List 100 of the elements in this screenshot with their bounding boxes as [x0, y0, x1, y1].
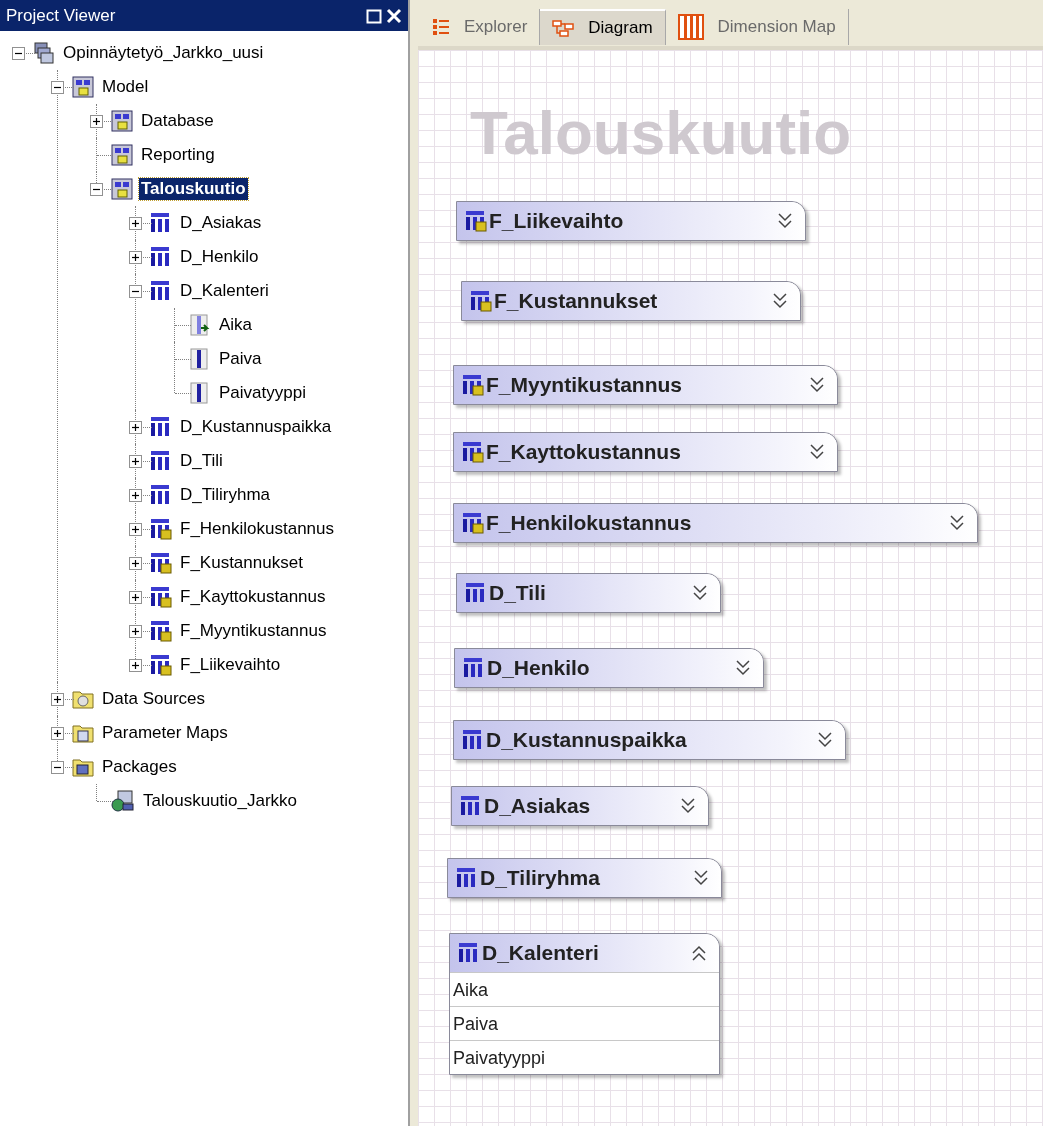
expand-toggle[interactable]: [51, 726, 64, 740]
collapse-toggle[interactable]: [51, 80, 64, 94]
expand-chevron-icon[interactable]: [772, 292, 788, 310]
tree-item[interactable]: D_Henkilo: [178, 246, 261, 268]
fact-table-icon: [150, 518, 172, 540]
expand-toggle[interactable]: [129, 590, 142, 604]
expand-toggle[interactable]: [129, 420, 142, 434]
tree-item[interactable]: F_Kayttokustannus: [178, 586, 328, 608]
expand-chevron-icon[interactable]: [692, 584, 708, 602]
expand-toggle[interactable]: [129, 216, 142, 230]
dimension-icon: [463, 657, 485, 679]
tree-item[interactable]: Opinnäytetyö_Jarkko_uusi: [61, 42, 266, 64]
tree-item[interactable]: D_Tili: [178, 450, 225, 472]
expand-toggle[interactable]: [129, 556, 142, 570]
collapse-toggle[interactable]: [12, 46, 25, 60]
collapse-chevron-icon[interactable]: [691, 944, 707, 962]
plus-icon: [131, 592, 140, 602]
fact-table-node[interactable]: F_Myyntikustannus: [453, 365, 838, 405]
tree-item[interactable]: F_Kustannukset: [178, 552, 305, 574]
node-attribute[interactable]: Paiva: [450, 1006, 719, 1040]
tree-item[interactable]: Data Sources: [100, 688, 207, 710]
tree-item[interactable]: D_Kustannuspaikka: [178, 416, 334, 438]
expand-chevron-icon[interactable]: [817, 731, 833, 749]
tree-item[interactable]: Aika: [217, 314, 255, 336]
expand-toggle[interactable]: [129, 522, 142, 536]
node-title: F_Henkilokustannus: [486, 510, 693, 537]
dimension-node[interactable]: D_Tiliryhma: [447, 858, 722, 898]
dimension-node[interactable]: D_Asiakas: [451, 786, 709, 826]
tree-item[interactable]: Packages: [100, 756, 179, 778]
node-title: D_Asiakas: [484, 793, 592, 820]
tab[interactable]: Dimension Map: [665, 9, 849, 45]
dimension-icon: [458, 942, 480, 964]
node-title: F_Kustannukset: [494, 288, 659, 315]
tree-item[interactable]: Parameter Maps: [100, 722, 230, 744]
tree-item[interactable]: F_Myyntikustannus: [178, 620, 329, 642]
expand-toggle[interactable]: [129, 250, 142, 264]
expand-chevron-icon[interactable]: [809, 376, 825, 394]
expand-chevron-icon[interactable]: [777, 212, 793, 230]
tab[interactable]: Diagram: [540, 9, 666, 45]
expand-toggle[interactable]: [129, 454, 142, 468]
collapse-toggle[interactable]: [90, 182, 103, 196]
fact-table-icon: [465, 210, 487, 232]
plus-icon: [131, 422, 140, 432]
key-attribute-icon: [189, 314, 211, 336]
attribute-icon: [189, 382, 211, 404]
tree-item[interactable]: Model: [100, 76, 151, 98]
tree-item[interactable]: D_Asiakas: [178, 212, 264, 234]
node-title: F_Myyntikustannus: [486, 372, 684, 399]
plus-icon: [131, 660, 140, 670]
node-title: F_Liikevaihto: [489, 208, 625, 235]
plus-icon: [53, 728, 62, 738]
list-icon: [432, 17, 450, 37]
node-title: D_Tiliryhma: [480, 865, 601, 892]
node-title: D_Kalenteri: [482, 940, 600, 967]
fact-table-icon: [150, 620, 172, 642]
node-title: D_Tili: [489, 580, 547, 607]
tree-item[interactable]: Reporting: [139, 144, 217, 166]
dimension-node[interactable]: D_Henkilo: [454, 648, 764, 688]
expand-chevron-icon[interactable]: [949, 514, 965, 532]
expand-toggle[interactable]: [90, 114, 103, 128]
expand-chevron-icon[interactable]: [809, 443, 825, 461]
tree-item[interactable]: Talouskuutio: [139, 178, 248, 200]
expand-toggle[interactable]: [129, 658, 142, 672]
fact-table-node[interactable]: F_Kayttokustannus: [453, 432, 838, 472]
tree-item[interactable]: F_Henkilokustannus: [178, 518, 337, 540]
node-attribute[interactable]: Paivatyyppi: [450, 1040, 719, 1074]
expand-chevron-icon[interactable]: [693, 869, 709, 887]
dimension-node[interactable]: D_Kalenteri Aika Paiva Paivatyyppi: [449, 933, 720, 1075]
table-folder-icon: [72, 722, 94, 744]
expand-chevron-icon[interactable]: [680, 797, 696, 815]
fact-table-node[interactable]: F_Liikevaihto: [456, 201, 806, 241]
node-attribute[interactable]: Aika: [450, 972, 719, 1006]
package-folder-icon: [72, 756, 94, 778]
expand-toggle[interactable]: [129, 624, 142, 638]
dimension-icon: [456, 867, 478, 889]
dimension-icon: [150, 280, 172, 302]
plus-icon: [131, 558, 140, 568]
tree-item[interactable]: Database: [139, 110, 216, 132]
tree-item[interactable]: F_Liikevaihto: [178, 654, 283, 676]
model-icon: [111, 178, 133, 200]
expand-toggle[interactable]: [51, 692, 64, 706]
expand-toggle[interactable]: [129, 488, 142, 502]
close-icon[interactable]: [386, 7, 402, 24]
collapse-toggle[interactable]: [51, 760, 64, 774]
collapse-toggle[interactable]: [129, 284, 142, 298]
maximize-icon[interactable]: [366, 7, 382, 24]
tree-item[interactable]: D_Kalenteri: [178, 280, 271, 302]
node-title: F_Kayttokustannus: [486, 439, 682, 466]
fact-table-icon: [462, 441, 484, 463]
fact-table-node[interactable]: F_Kustannukset: [461, 281, 801, 321]
dimension-node[interactable]: D_Kustannuspaikka: [453, 720, 846, 760]
tree-item[interactable]: Paiva: [217, 348, 264, 370]
columns-icon: [677, 14, 704, 40]
plus-icon: [131, 490, 140, 500]
tree-item[interactable]: Paivatyyppi: [217, 382, 308, 404]
tree-item[interactable]: Talouskuutio_Jarkko: [141, 790, 300, 812]
dimension-node[interactable]: D_Tili: [456, 573, 721, 613]
fact-table-node[interactable]: F_Henkilokustannus: [453, 503, 978, 543]
expand-chevron-icon[interactable]: [735, 659, 751, 677]
tree-item[interactable]: D_Tiliryhma: [178, 484, 273, 506]
